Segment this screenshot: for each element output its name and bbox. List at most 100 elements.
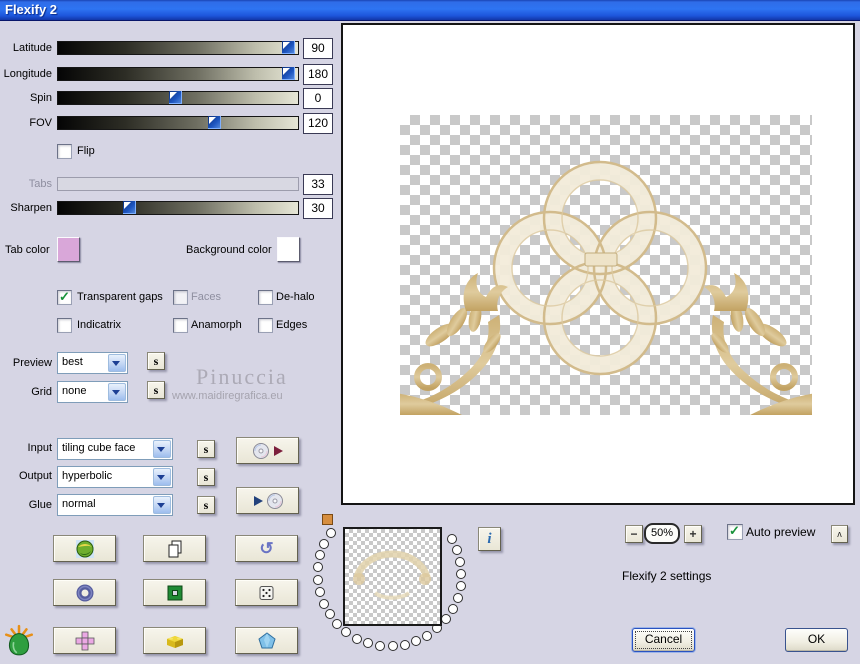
background-color-swatch[interactable] — [277, 237, 300, 262]
angle-dot[interactable] — [387, 641, 398, 652]
undo-button[interactable]: ↺ — [235, 535, 298, 562]
brick-button[interactable] — [143, 627, 206, 654]
preview-select-label: Preview — [12, 357, 52, 369]
polyhedron-button[interactable] — [235, 627, 298, 654]
angle-dot[interactable] — [456, 568, 467, 579]
angle-dot[interactable] — [447, 604, 458, 615]
input-select[interactable]: tiling cube face — [57, 438, 173, 460]
angle-dot[interactable] — [341, 627, 352, 638]
info-button[interactable]: i — [478, 527, 501, 551]
latitude-label: Latitude — [12, 42, 52, 54]
latitude-slider[interactable] — [57, 41, 299, 55]
longitude-value[interactable]: 180 — [303, 64, 333, 85]
chevron-down-icon[interactable] — [153, 468, 171, 486]
fov-slider-thumb[interactable] — [208, 116, 221, 129]
copy-button[interactable] — [143, 535, 206, 562]
spin-value[interactable]: 0 — [303, 88, 333, 109]
load-settings-button[interactable] — [236, 487, 299, 514]
latitude-value[interactable]: 90 — [303, 38, 333, 59]
angle-dot[interactable] — [332, 618, 343, 629]
output-s-button[interactable]: s — [197, 468, 215, 486]
indicatrix-checkbox[interactable] — [57, 318, 72, 333]
angle-dot[interactable] — [325, 528, 336, 539]
orange-handle[interactable] — [322, 514, 333, 525]
globe-button[interactable] — [53, 535, 116, 562]
angle-dot[interactable] — [411, 636, 422, 647]
angle-dot[interactable] — [319, 538, 330, 549]
angle-dot[interactable] — [455, 581, 466, 591]
angle-dot[interactable] — [312, 574, 323, 585]
auto-preview-checkbox[interactable] — [727, 523, 743, 540]
frame-button[interactable] — [143, 579, 206, 606]
output-select[interactable]: hyperbolic — [57, 466, 173, 488]
angle-dot[interactable] — [422, 630, 433, 641]
longitude-slider-thumb[interactable] — [282, 67, 295, 80]
angle-dot[interactable] — [452, 592, 463, 603]
flaming-pear-logo — [3, 623, 35, 657]
flexify2-dialog: Flexify 2 Latitude 90 Longitude 180 Spin… — [0, 0, 860, 664]
glue-s-button[interactable]: s — [197, 496, 215, 514]
glue-select[interactable]: normal — [57, 494, 173, 516]
grid-s-button[interactable]: s — [147, 381, 165, 399]
chevron-down-icon[interactable] — [108, 383, 126, 401]
anamorph-checkbox[interactable] — [173, 318, 188, 333]
sharpen-label: Sharpen — [10, 202, 52, 214]
ok-button[interactable]: OK — [785, 628, 848, 652]
zoom-in-button[interactable]: + — [684, 525, 702, 543]
grid-select-value: none — [62, 385, 87, 397]
angle-dot[interactable] — [314, 586, 325, 597]
angle-dot[interactable] — [440, 614, 451, 625]
watermark-url: www.maidiregrafica.eu — [172, 390, 283, 402]
angle-dot[interactable] — [399, 639, 410, 650]
preview-image — [400, 115, 812, 415]
angle-dot[interactable] — [363, 638, 374, 649]
input-select-label: Input — [27, 442, 52, 454]
info-icon: i — [487, 530, 492, 547]
dice-icon — [257, 583, 277, 603]
save-settings-button[interactable] — [236, 437, 299, 464]
latitude-slider-thumb[interactable] — [282, 41, 295, 54]
zoom-out-button[interactable]: − — [625, 525, 643, 543]
spin-slider[interactable] — [57, 91, 299, 105]
settings-caption: Flexify 2 settings — [622, 569, 712, 583]
spin-slider-thumb[interactable] — [169, 91, 182, 104]
input-s-button[interactable]: s — [197, 440, 215, 458]
zoom-level[interactable]: 50% — [644, 523, 680, 544]
longitude-slider[interactable] — [57, 67, 299, 81]
grid-select[interactable]: none — [57, 381, 128, 403]
chevron-down-icon[interactable] — [108, 354, 126, 372]
fov-slider[interactable] — [57, 116, 299, 130]
angle-dot[interactable] — [351, 633, 362, 644]
sharpen-slider[interactable] — [57, 201, 299, 215]
edges-checkbox[interactable] — [258, 318, 273, 333]
cube-net-button[interactable] — [53, 627, 116, 654]
angle-dot[interactable] — [324, 609, 335, 620]
torus-button[interactable] — [53, 579, 116, 606]
tab-color-swatch[interactable] — [57, 237, 80, 262]
chevron-down-icon[interactable] — [153, 496, 171, 514]
angle-dot[interactable] — [455, 556, 466, 567]
angle-dot[interactable] — [375, 640, 386, 651]
navigator-thumbnail[interactable] — [343, 527, 442, 626]
tabs-value[interactable]: 33 — [303, 174, 333, 195]
sharpen-slider-thumb[interactable] — [123, 201, 136, 214]
angle-dot[interactable] — [452, 544, 463, 555]
edges-label: Edges — [276, 319, 308, 331]
angle-dot[interactable] — [312, 562, 323, 573]
angle-dot[interactable] — [315, 550, 326, 561]
transparent-gaps-checkbox[interactable] — [57, 289, 72, 305]
angle-dot[interactable] — [446, 533, 457, 544]
preview-select[interactable]: best — [57, 352, 128, 374]
window-title: Flexify 2 — [5, 2, 58, 17]
preview-s-button[interactable]: s — [147, 352, 165, 370]
cancel-button[interactable]: Cancel — [632, 628, 695, 652]
sharpen-value[interactable]: 30 — [303, 198, 333, 219]
collapse-button[interactable]: ʌ — [831, 525, 848, 543]
transparent-gaps-label: Transparent gaps — [77, 291, 163, 303]
dehalo-checkbox[interactable] — [258, 290, 273, 305]
fov-value[interactable]: 120 — [303, 113, 333, 134]
chevron-down-icon[interactable] — [153, 440, 171, 458]
angle-dot[interactable] — [318, 598, 329, 609]
randomize-button[interactable] — [235, 579, 298, 606]
flip-checkbox[interactable] — [57, 144, 72, 159]
